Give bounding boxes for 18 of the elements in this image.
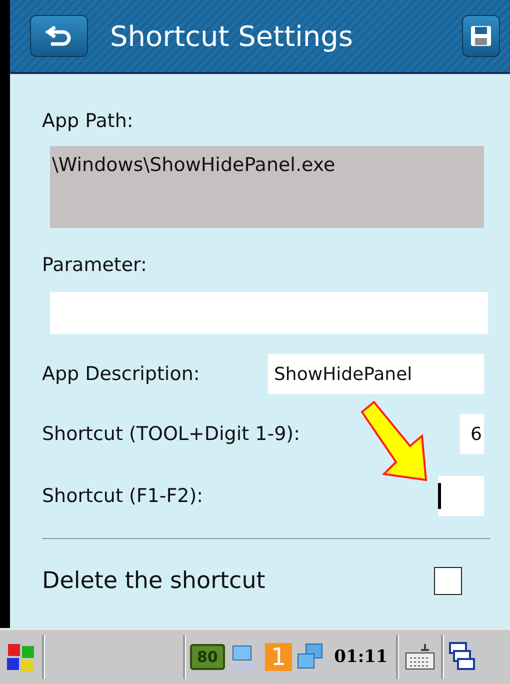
back-button[interactable]	[30, 15, 88, 57]
field-label: Parameter:	[42, 254, 148, 276]
input-field[interactable]	[438, 476, 484, 516]
field-label: Shortcut (F1-F2):	[42, 485, 204, 507]
back-icon	[45, 24, 73, 48]
window-title: Shortcut Settings	[110, 20, 354, 52]
field-label: App Description:	[42, 363, 200, 385]
input-field[interactable]: ShowHidePanel	[268, 354, 484, 394]
checkbox-label: Delete the shortcut	[42, 568, 266, 594]
field-label: App Path:	[42, 110, 134, 132]
input-field[interactable]: 6	[460, 414, 484, 454]
clock: 01:11	[334, 647, 388, 667]
checkbox[interactable]	[434, 567, 462, 595]
windows-icon[interactable]	[448, 641, 476, 673]
parameter-field[interactable]	[50, 292, 488, 334]
field-label: Shortcut (TOOL+Digit 1-9):	[42, 423, 300, 445]
save-icon	[470, 25, 492, 47]
save-button[interactable]	[462, 15, 500, 57]
